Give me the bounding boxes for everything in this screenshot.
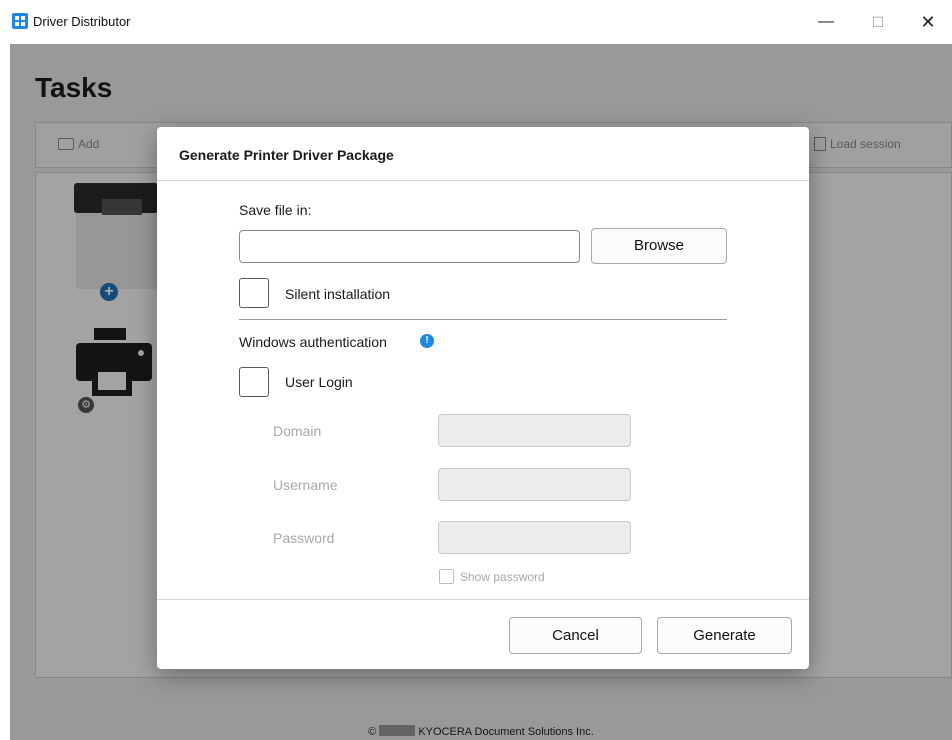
generate-button[interactable]: Generate [657,617,792,654]
minimize-button[interactable]: — [808,8,844,36]
silent-installation-label: Silent installation [285,286,391,302]
username-label: Username [273,477,338,493]
info-icon[interactable]: ! [420,334,434,348]
password-input[interactable] [438,521,631,554]
windows-authentication-label: Windows authentication [239,334,387,350]
browse-button[interactable]: Browse [591,228,727,264]
driver-distributor-app-icon [12,13,28,29]
dialog-header: Generate Printer Driver Package [157,127,809,181]
generate-package-dialog: Generate Printer Driver Package Save fil… [157,127,809,669]
cancel-button[interactable]: Cancel [509,617,642,654]
domain-input[interactable] [438,414,631,447]
maximize-button[interactable]: ☐ [860,8,896,36]
user-login-label: User Login [285,374,353,390]
save-path-input[interactable] [239,230,580,263]
show-password-checkbox[interactable] [439,569,454,584]
window-title: Driver Distributor [33,14,131,29]
silent-installation-checkbox[interactable] [239,278,269,308]
section-divider [239,319,727,320]
password-label: Password [273,530,335,546]
user-login-checkbox[interactable] [239,367,269,397]
domain-label: Domain [273,423,322,439]
title-bar: Driver Distributor — ☐ ✕ [0,0,952,44]
dialog-title: Generate Printer Driver Package [179,147,394,163]
show-password-label: Show password [460,570,545,584]
dialog-footer-divider [157,599,809,600]
save-file-label: Save file in: [239,202,312,218]
close-button[interactable]: ✕ [910,8,946,36]
username-input[interactable] [438,468,631,501]
